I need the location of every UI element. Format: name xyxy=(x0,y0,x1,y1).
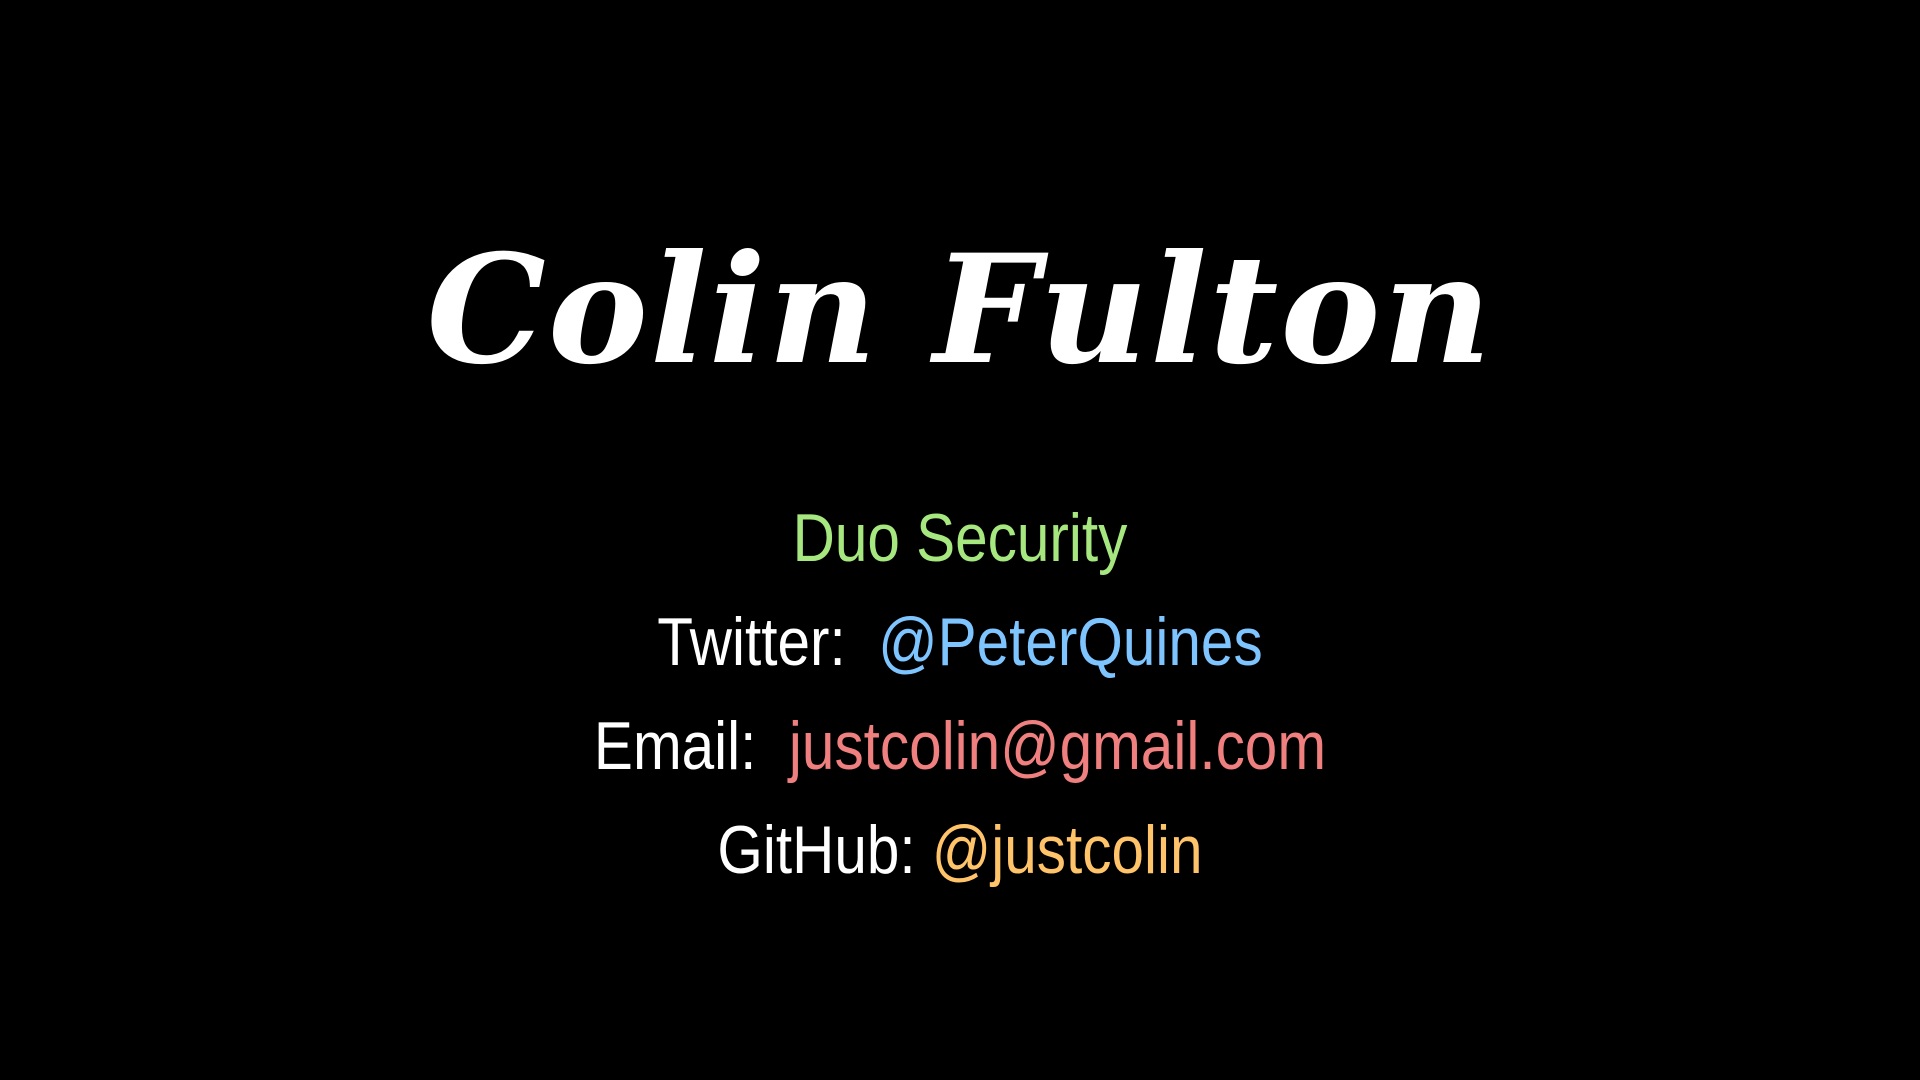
email-line: Email: justcolin@gmail.com xyxy=(134,694,1785,798)
email-label: Email: xyxy=(593,708,757,784)
speaker-name-title: Colin Fulton xyxy=(426,222,1494,398)
github-handle-link[interactable]: @justcolin xyxy=(932,812,1203,888)
slide: Colin Fulton Duo Security Twitter: @Pete… xyxy=(0,0,1920,1080)
organization-line: Duo Security xyxy=(134,486,1785,590)
twitter-handle-link[interactable]: @PeterQuines xyxy=(878,604,1262,680)
organization-text: Duo Security xyxy=(792,500,1128,576)
github-line: GitHub: @justcolin xyxy=(134,798,1785,902)
twitter-line: Twitter: @PeterQuines xyxy=(134,590,1785,694)
email-address-link[interactable]: justcolin@gmail.com xyxy=(789,708,1326,784)
twitter-label: Twitter: xyxy=(657,604,846,680)
github-label: GitHub: xyxy=(717,812,916,888)
